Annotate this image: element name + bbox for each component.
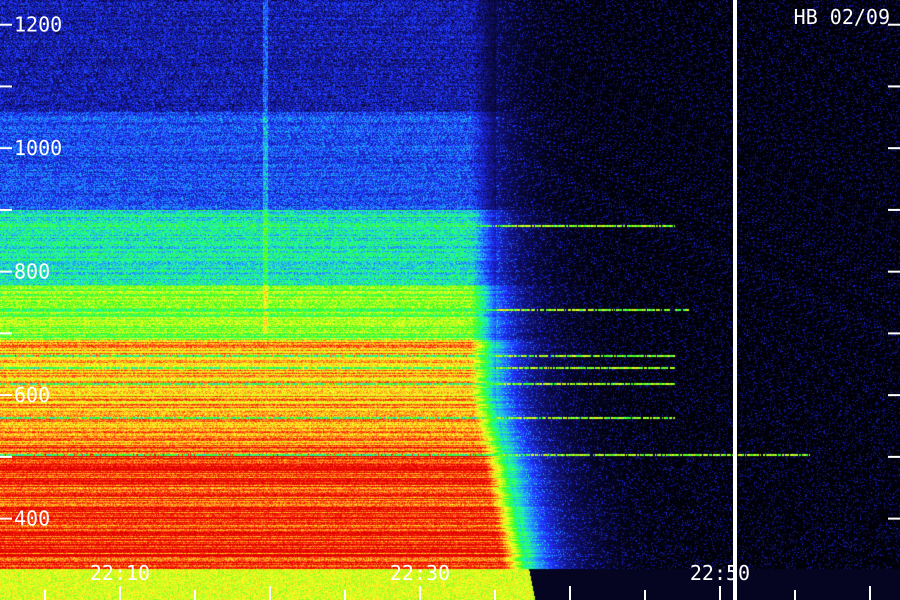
y-axis-ticks-left <box>0 23 12 520</box>
x-tick-label: 22:50 <box>690 561 750 585</box>
station-date-label: HB 02/09 <box>794 5 890 29</box>
x-axis-labels: 22:10 22:30 22:50 <box>90 561 750 585</box>
x-tick-label: 22:30 <box>390 561 450 585</box>
y-axis-labels: 400 600 800 1000 1200 <box>14 13 62 531</box>
y-tick-label: 400 <box>14 507 50 531</box>
y-axis-ticks-right <box>888 23 900 520</box>
spectrogram-overlay: 400 600 800 1000 1200 22:10 22:30 22:50 HB 02/… <box>0 0 900 600</box>
y-tick-label: 1200 <box>14 13 62 37</box>
y-tick-label: 800 <box>14 260 50 284</box>
x-tick-label: 22:10 <box>90 561 150 585</box>
x-axis-ticks <box>44 586 871 600</box>
spectrogram-chart: 400 600 800 1000 1200 22:10 22:30 22:50 HB 02/… <box>0 0 900 600</box>
y-tick-label: 1000 <box>14 136 62 160</box>
y-tick-label: 600 <box>14 383 50 407</box>
